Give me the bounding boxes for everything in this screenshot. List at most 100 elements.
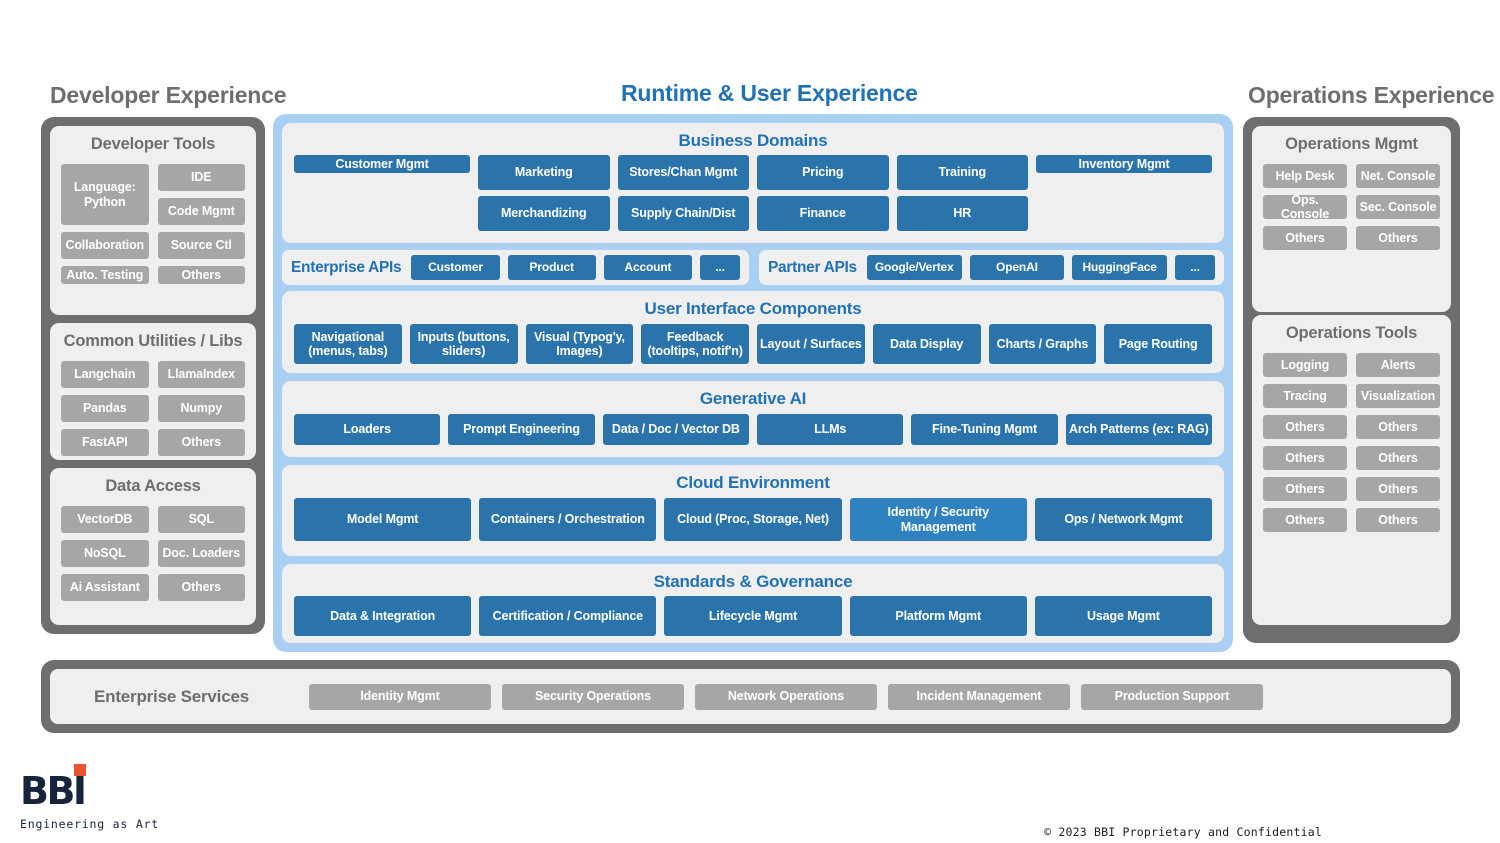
data-access-chips: VectorDB SQL NoSQL Doc. Loaders Ai Assis… <box>61 506 245 601</box>
chip-ui-charts-graphs[interactable]: Charts / Graphs <box>988 324 1097 364</box>
enterprise-apis-section: Enterprise APIs Customer Product Account… <box>282 250 749 285</box>
developer-experience-panel: Developer Tools Language: Python IDE Cod… <box>41 117 265 634</box>
chip-utilities-others[interactable]: Others <box>157 429 245 456</box>
chip-partner-openai[interactable]: OpenAI <box>969 255 1065 280</box>
header-runtime-user-experience: Runtime & User Experience <box>621 80 918 106</box>
chip-incident-management[interactable]: Incident Management <box>887 683 1070 710</box>
chip-net-console[interactable]: Net. Console <box>1356 164 1440 188</box>
cloud-environment-title: Cloud Environment <box>676 473 830 492</box>
chip-network-operations[interactable]: Network Operations <box>694 683 877 710</box>
chip-fastapi[interactable]: FastAPI <box>61 429 149 456</box>
chip-data-access-others[interactable]: Others <box>157 574 245 601</box>
chip-help-desk[interactable]: Help Desk <box>1263 164 1347 188</box>
chip-ops-mgmt-others-2[interactable]: Others <box>1356 226 1440 250</box>
chip-partner-more[interactable]: ... <box>1174 255 1215 280</box>
chip-genai-prompt-engineering[interactable]: Prompt Engineering <box>448 414 595 445</box>
chip-training[interactable]: Training <box>896 155 1028 190</box>
chip-langchain[interactable]: Langchain <box>61 361 149 388</box>
chip-ops-tools-others-4[interactable]: Others <box>1356 446 1440 470</box>
chip-marketing[interactable]: Marketing <box>478 155 610 190</box>
chip-ops-tools-others-8[interactable]: Others <box>1356 508 1440 532</box>
chip-ops-console[interactable]: Ops. Console <box>1263 193 1347 221</box>
chip-ide[interactable]: IDE <box>157 164 245 191</box>
chip-partner-huggingface[interactable]: HuggingFace <box>1072 255 1167 280</box>
chip-api-product[interactable]: Product <box>507 255 596 280</box>
chip-ops-mgmt-others-1[interactable]: Others <box>1263 226 1347 250</box>
chip-finance[interactable]: Finance <box>757 196 889 231</box>
chip-logging[interactable]: Logging <box>1263 353 1347 377</box>
chip-ai-assistant[interactable]: Ai Assistant <box>61 574 149 601</box>
chip-stores-chan-mgmt[interactable]: Stores/Chan Mgmt <box>617 155 749 190</box>
chip-security-operations[interactable]: Security Operations <box>501 683 684 710</box>
chip-ops-tools-others-3[interactable]: Others <box>1263 446 1347 470</box>
chip-vectordb[interactable]: VectorDB <box>61 506 149 533</box>
chip-inventory-mgmt[interactable]: Inventory Mgmt <box>1036 155 1212 174</box>
chip-genai-fine-tuning-mgmt[interactable]: Fine-Tuning Mgmt <box>911 414 1058 445</box>
chip-cloud-containers-orchestration[interactable]: Containers / Orchestration <box>479 498 657 541</box>
chip-ops-tools-others-2[interactable]: Others <box>1356 415 1440 439</box>
cloud-environment-row: Model Mgmt Containers / Orchestration Cl… <box>294 498 1213 541</box>
partner-apis-section: Partner APIs Google/Vertex OpenAI Huggin… <box>759 250 1224 285</box>
chip-genai-loaders[interactable]: Loaders <box>294 414 441 445</box>
chip-llamaindex[interactable]: LlamaIndex <box>157 361 245 388</box>
chip-production-support[interactable]: Production Support <box>1080 683 1263 710</box>
chip-alerts[interactable]: Alerts <box>1356 353 1440 377</box>
chip-nosql[interactable]: NoSQL <box>61 540 149 567</box>
chip-api-more[interactable]: ... <box>700 255 741 280</box>
chip-ui-visual[interactable]: Visual (Typog'y, Images) <box>525 324 634 364</box>
chip-cloud-ops-network-mgmt[interactable]: Ops / Network Mgmt <box>1034 498 1213 541</box>
chip-hr[interactable]: HR <box>896 196 1028 231</box>
chip-ui-inputs[interactable]: Inputs (buttons, sliders) <box>409 324 518 364</box>
chip-language-python[interactable]: Language: Python <box>61 164 149 225</box>
chip-ui-page-routing[interactable]: Page Routing <box>1104 324 1212 364</box>
enterprise-services-panel: Enterprise Services Identity Mgmt Securi… <box>41 660 1460 733</box>
header-operations-experience: Operations Experience <box>1248 82 1495 108</box>
business-domains-section: Business Domains Customer Mgmt Marketing… <box>282 123 1224 243</box>
chip-ops-tools-others-5[interactable]: Others <box>1263 477 1347 501</box>
chip-auto-testing[interactable]: Auto. Testing <box>61 266 149 285</box>
chip-customer-mgmt[interactable]: Customer Mgmt <box>294 155 470 174</box>
chip-source-ctl[interactable]: Source Ctl <box>157 232 245 259</box>
chip-doc-loaders[interactable]: Doc. Loaders <box>157 540 245 567</box>
chip-tools-others[interactable]: Others <box>157 266 245 285</box>
chip-ops-tools-others-7[interactable]: Others <box>1263 508 1347 532</box>
chip-std-platform-mgmt[interactable]: Platform Mgmt <box>849 596 1027 636</box>
chip-genai-arch-patterns[interactable]: Arch Patterns (ex: RAG) <box>1065 414 1212 445</box>
chip-api-account[interactable]: Account <box>603 255 693 280</box>
chip-cloud-model-mgmt[interactable]: Model Mgmt <box>294 498 472 541</box>
chip-std-data-integration[interactable]: Data & Integration <box>294 596 472 636</box>
chip-pandas[interactable]: Pandas <box>61 395 149 422</box>
chip-sql[interactable]: SQL <box>157 506 245 533</box>
chip-std-usage-mgmt[interactable]: Usage Mgmt <box>1034 596 1213 636</box>
chip-numpy[interactable]: Numpy <box>157 395 245 422</box>
common-utilities-chips: Langchain LlamaIndex Pandas Numpy FastAP… <box>61 361 245 456</box>
chip-std-certification-compliance[interactable]: Certification / Compliance <box>479 596 657 636</box>
chip-genai-llms[interactable]: LLMs <box>756 414 904 445</box>
generative-ai-section: Generative AI Loaders Prompt Engineering… <box>282 381 1224 457</box>
chip-identity-mgmt[interactable]: Identity Mgmt <box>308 683 491 710</box>
chip-pricing[interactable]: Pricing <box>757 155 889 190</box>
chip-cloud-identity-security-management[interactable]: Identity / Security Management <box>849 498 1027 541</box>
developer-tools-title: Developer Tools <box>90 135 216 153</box>
chip-merchandizing[interactable]: Merchandizing <box>478 196 610 231</box>
partner-apis-label: Partner APIs <box>768 258 857 276</box>
chip-ui-layout-surfaces[interactable]: Layout / Surfaces <box>757 324 865 364</box>
chip-cloud-proc-storage-net[interactable]: Cloud (Proc, Storage, Net) <box>664 498 842 541</box>
operations-tools-title: Operations Tools <box>1285 324 1418 342</box>
chip-code-mgmt[interactable]: Code Mgmt <box>157 198 245 225</box>
chip-visualization[interactable]: Visualization <box>1356 384 1440 408</box>
chip-ui-feedback[interactable]: Feedback (tooltips, notif'n) <box>641 324 749 364</box>
chip-genai-data-doc-vector-db[interactable]: Data / Doc / Vector DB <box>602 414 749 445</box>
chip-ui-data-display[interactable]: Data Display <box>872 324 981 364</box>
chip-ops-tools-others-6[interactable]: Others <box>1356 477 1440 501</box>
chip-ops-tools-others-1[interactable]: Others <box>1263 415 1347 439</box>
chip-partner-google-vertex[interactable]: Google/Vertex <box>866 255 962 280</box>
chip-std-lifecycle-mgmt[interactable]: Lifecycle Mgmt <box>664 596 842 636</box>
chip-tracing[interactable]: Tracing <box>1263 384 1347 408</box>
chip-api-customer[interactable]: Customer <box>411 255 500 280</box>
chip-collaboration[interactable]: Collaboration <box>61 232 149 259</box>
chip-supply-chain-dist[interactable]: Supply Chain/Dist <box>617 196 749 231</box>
chip-ui-navigational[interactable]: Navigational (menus, tabs) <box>294 324 402 364</box>
chip-sec-console[interactable]: Sec. Console <box>1356 195 1440 219</box>
ui-components-title: User Interface Components <box>644 299 862 318</box>
